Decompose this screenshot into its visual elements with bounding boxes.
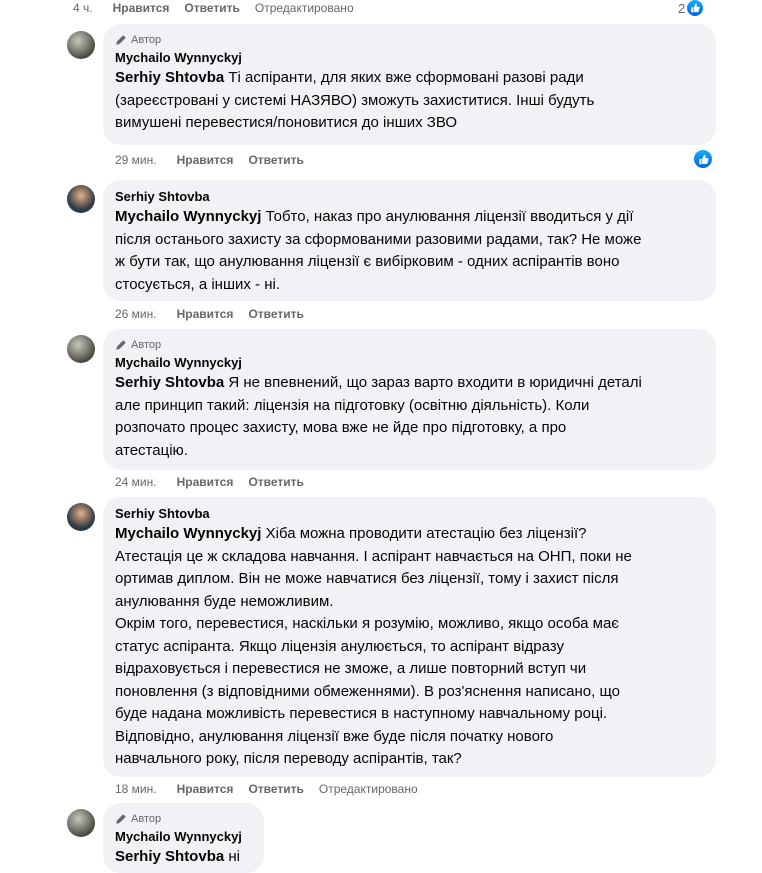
- author-badge: Автор: [115, 811, 252, 827]
- avatar[interactable]: [67, 31, 95, 59]
- comment-text: Mychailo Wynnyckyj Хіба можна проводити …: [115, 523, 704, 771]
- timestamp[interactable]: 4 ч.: [73, 1, 93, 15]
- author-badge-label: Автор: [131, 813, 162, 825]
- timestamp[interactable]: 29 мин.: [115, 153, 157, 167]
- comment-text: Serhiy Shtovba Я не впевнений, що зараз …: [115, 372, 704, 462]
- comment-author[interactable]: Mychailo Wynnyckyj: [115, 354, 704, 372]
- comment-text: Serhiy Shtovba ні: [115, 846, 252, 869]
- avatar[interactable]: [67, 503, 95, 531]
- edited-label: Отредактировано: [318, 782, 418, 796]
- top-meta-row: 4 ч. Нравится Ответить Отредактировано: [73, 0, 354, 16]
- comment-meta-row: 29 мин. Нравится Ответить: [115, 152, 304, 168]
- comment-bubble: Serhiy Shtovba Mychailo Wynnyckyj Хіба м…: [103, 497, 716, 777]
- timestamp[interactable]: 18 мин.: [115, 782, 157, 796]
- comment-text: Mychailo Wynnyckyj Тобто, наказ про анул…: [115, 206, 704, 296]
- reply-button[interactable]: Ответить: [184, 1, 239, 15]
- mention-link[interactable]: Serhiy Shtovba: [115, 374, 224, 391]
- comment-meta-row: 18 мин. Нравится Ответить Отредактирован…: [115, 781, 418, 797]
- like-button[interactable]: Нравится: [177, 153, 234, 167]
- author-badge: Автор: [115, 32, 704, 48]
- timestamp[interactable]: 24 мин.: [115, 475, 157, 489]
- comment-bubble: Автор Mychailo Wynnyckyj Serhiy Shtovba …: [103, 24, 716, 145]
- author-badge-label: Автор: [131, 339, 162, 351]
- edited-label: Отредактировано: [254, 1, 354, 15]
- pencil-icon: [116, 814, 126, 824]
- thumbs-up-icon: [687, 0, 704, 16]
- reply-button[interactable]: Ответить: [248, 475, 303, 489]
- comment-body: Хіба можна проводити атестацію без ліцен…: [115, 525, 632, 767]
- reaction-badge[interactable]: [694, 150, 712, 170]
- pencil-icon: [116, 340, 126, 350]
- avatar[interactable]: [67, 335, 95, 363]
- comment-bubble: Автор Mychailo Wynnyckyj Serhiy Shtovba …: [103, 329, 716, 470]
- timestamp[interactable]: 26 мин.: [115, 307, 157, 321]
- pencil-icon: [116, 35, 126, 45]
- like-button[interactable]: Нравится: [177, 475, 234, 489]
- mention-link[interactable]: Serhiy Shtovba: [115, 69, 224, 86]
- reply-button[interactable]: Ответить: [248, 153, 303, 167]
- comment-author[interactable]: Serhiy Shtovba: [115, 505, 704, 523]
- comment-body: ні: [224, 848, 240, 865]
- author-badge: Автор: [115, 337, 704, 353]
- comment-text: Serhiy Shtovba Ті аспіранти, для яких вж…: [115, 67, 704, 135]
- comment-meta-row: 26 мин. Нравится Ответить: [115, 306, 304, 322]
- reaction-count-value: 2: [678, 0, 686, 16]
- thumbs-up-icon: [694, 150, 712, 168]
- mention-link[interactable]: Mychailo Wynnyckyj: [115, 525, 261, 542]
- reaction-count[interactable]: 2: [678, 0, 704, 16]
- comment-author[interactable]: Mychailo Wynnyckyj: [115, 828, 252, 846]
- avatar[interactable]: [67, 185, 95, 213]
- comment-bubble: Автор Mychailo Wynnyckyj Serhiy Shtovba …: [103, 803, 264, 873]
- avatar[interactable]: [67, 809, 95, 837]
- author-badge-label: Автор: [131, 34, 162, 46]
- reply-button[interactable]: Ответить: [248, 782, 303, 796]
- like-button[interactable]: Нравится: [113, 1, 170, 15]
- mention-link[interactable]: Mychailo Wynnyckyj: [115, 208, 261, 225]
- like-button[interactable]: Нравится: [177, 782, 234, 796]
- like-button[interactable]: Нравится: [177, 307, 234, 321]
- mention-link[interactable]: Serhiy Shtovba: [115, 848, 224, 865]
- comment-meta-row: 24 мин. Нравится Ответить: [115, 474, 304, 490]
- comment-bubble: Serhiy Shtovba Mychailo Wynnyckyj Тобто,…: [103, 180, 716, 301]
- comment-author[interactable]: Mychailo Wynnyckyj: [115, 49, 704, 67]
- reply-button[interactable]: Ответить: [248, 307, 303, 321]
- comment-author[interactable]: Serhiy Shtovba: [115, 188, 704, 206]
